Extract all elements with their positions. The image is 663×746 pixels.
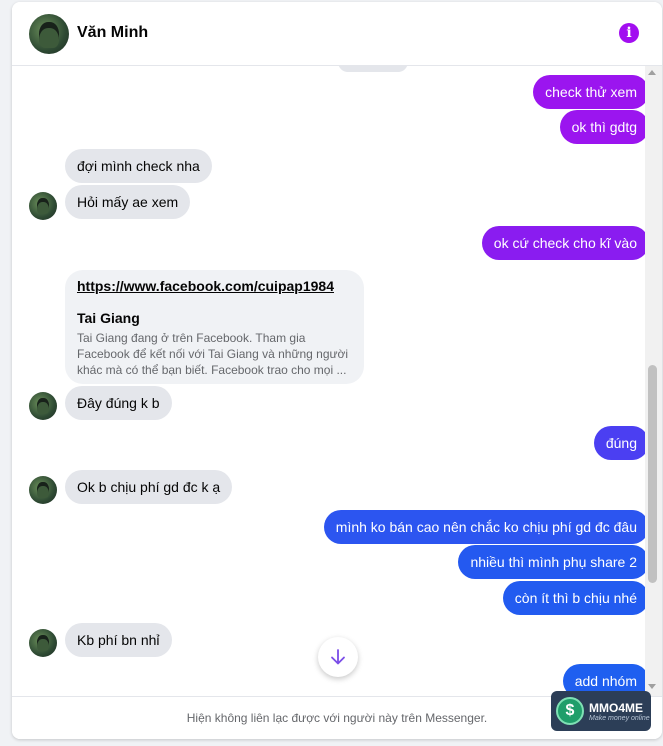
message-bubble-in: Hỏi mấy ae xem — [65, 185, 191, 219]
dollar-coin-icon: $ — [556, 697, 584, 725]
watermark-tagline: Make money online — [589, 715, 650, 722]
scrollbar-thumb[interactable] — [648, 365, 657, 583]
arrow-down-icon — [331, 649, 345, 665]
info-icon[interactable]: i — [619, 23, 639, 43]
mmo4me-watermark-logo: $ MMO4ME Make money online — [551, 691, 651, 731]
message-bubble-out: ok thì gdtg — [559, 110, 649, 144]
watermark-brand: MMO4ME — [589, 701, 643, 715]
message-bubble-out: ok cứ check cho kĩ vào — [481, 226, 649, 260]
message-bubble-partial — [338, 66, 408, 72]
link-description: Tai Giang đang ở trên Facebook. Tham gia… — [77, 331, 349, 377]
contact-avatar-small — [29, 192, 57, 220]
contact-avatar-small — [29, 476, 57, 504]
link-title: Tai Giang — [77, 310, 140, 326]
contact-avatar-small — [29, 629, 57, 657]
message-bubble-in: đợi mình check nha — [65, 149, 212, 183]
link-url[interactable]: https://www.facebook.com/cuipap1984 — [77, 278, 352, 294]
contact-avatar[interactable] — [29, 14, 69, 54]
message-bubble-out: check thử xem — [533, 75, 649, 109]
message-bubble-in: Kb phí bn nhỉ — [65, 623, 172, 657]
link-preview-card[interactable]: https://www.facebook.com/cuipap1984 Tai … — [65, 270, 364, 384]
message-bubble-out: nhiều thì mình phụ share 2 — [458, 545, 649, 579]
contact-avatar-small — [29, 392, 57, 420]
scroll-down-arrow-icon[interactable] — [648, 684, 656, 689]
chat-header: Văn Minh i — [12, 2, 662, 66]
scroll-up-arrow-icon[interactable] — [648, 70, 656, 75]
message-bubble-in: Ok b chịu phí gd đc k ạ — [65, 470, 233, 504]
contact-name[interactable]: Văn Minh — [77, 24, 148, 42]
message-list: check thử xem ok thì gdtg đợi mình check… — [12, 66, 662, 696]
message-bubble-out: mình ko bán cao nên chắc ko chịu phí gd … — [323, 510, 649, 544]
message-bubble-out: đúng — [593, 426, 649, 460]
message-bubble-in: Đây đúng k b — [65, 386, 172, 420]
scroll-to-bottom-button[interactable] — [318, 637, 358, 677]
message-bubble-out: còn ít thì b chịu nhé — [502, 581, 649, 615]
messenger-window: Văn Minh i check thử xem ok thì gdtg đợi… — [12, 2, 662, 739]
